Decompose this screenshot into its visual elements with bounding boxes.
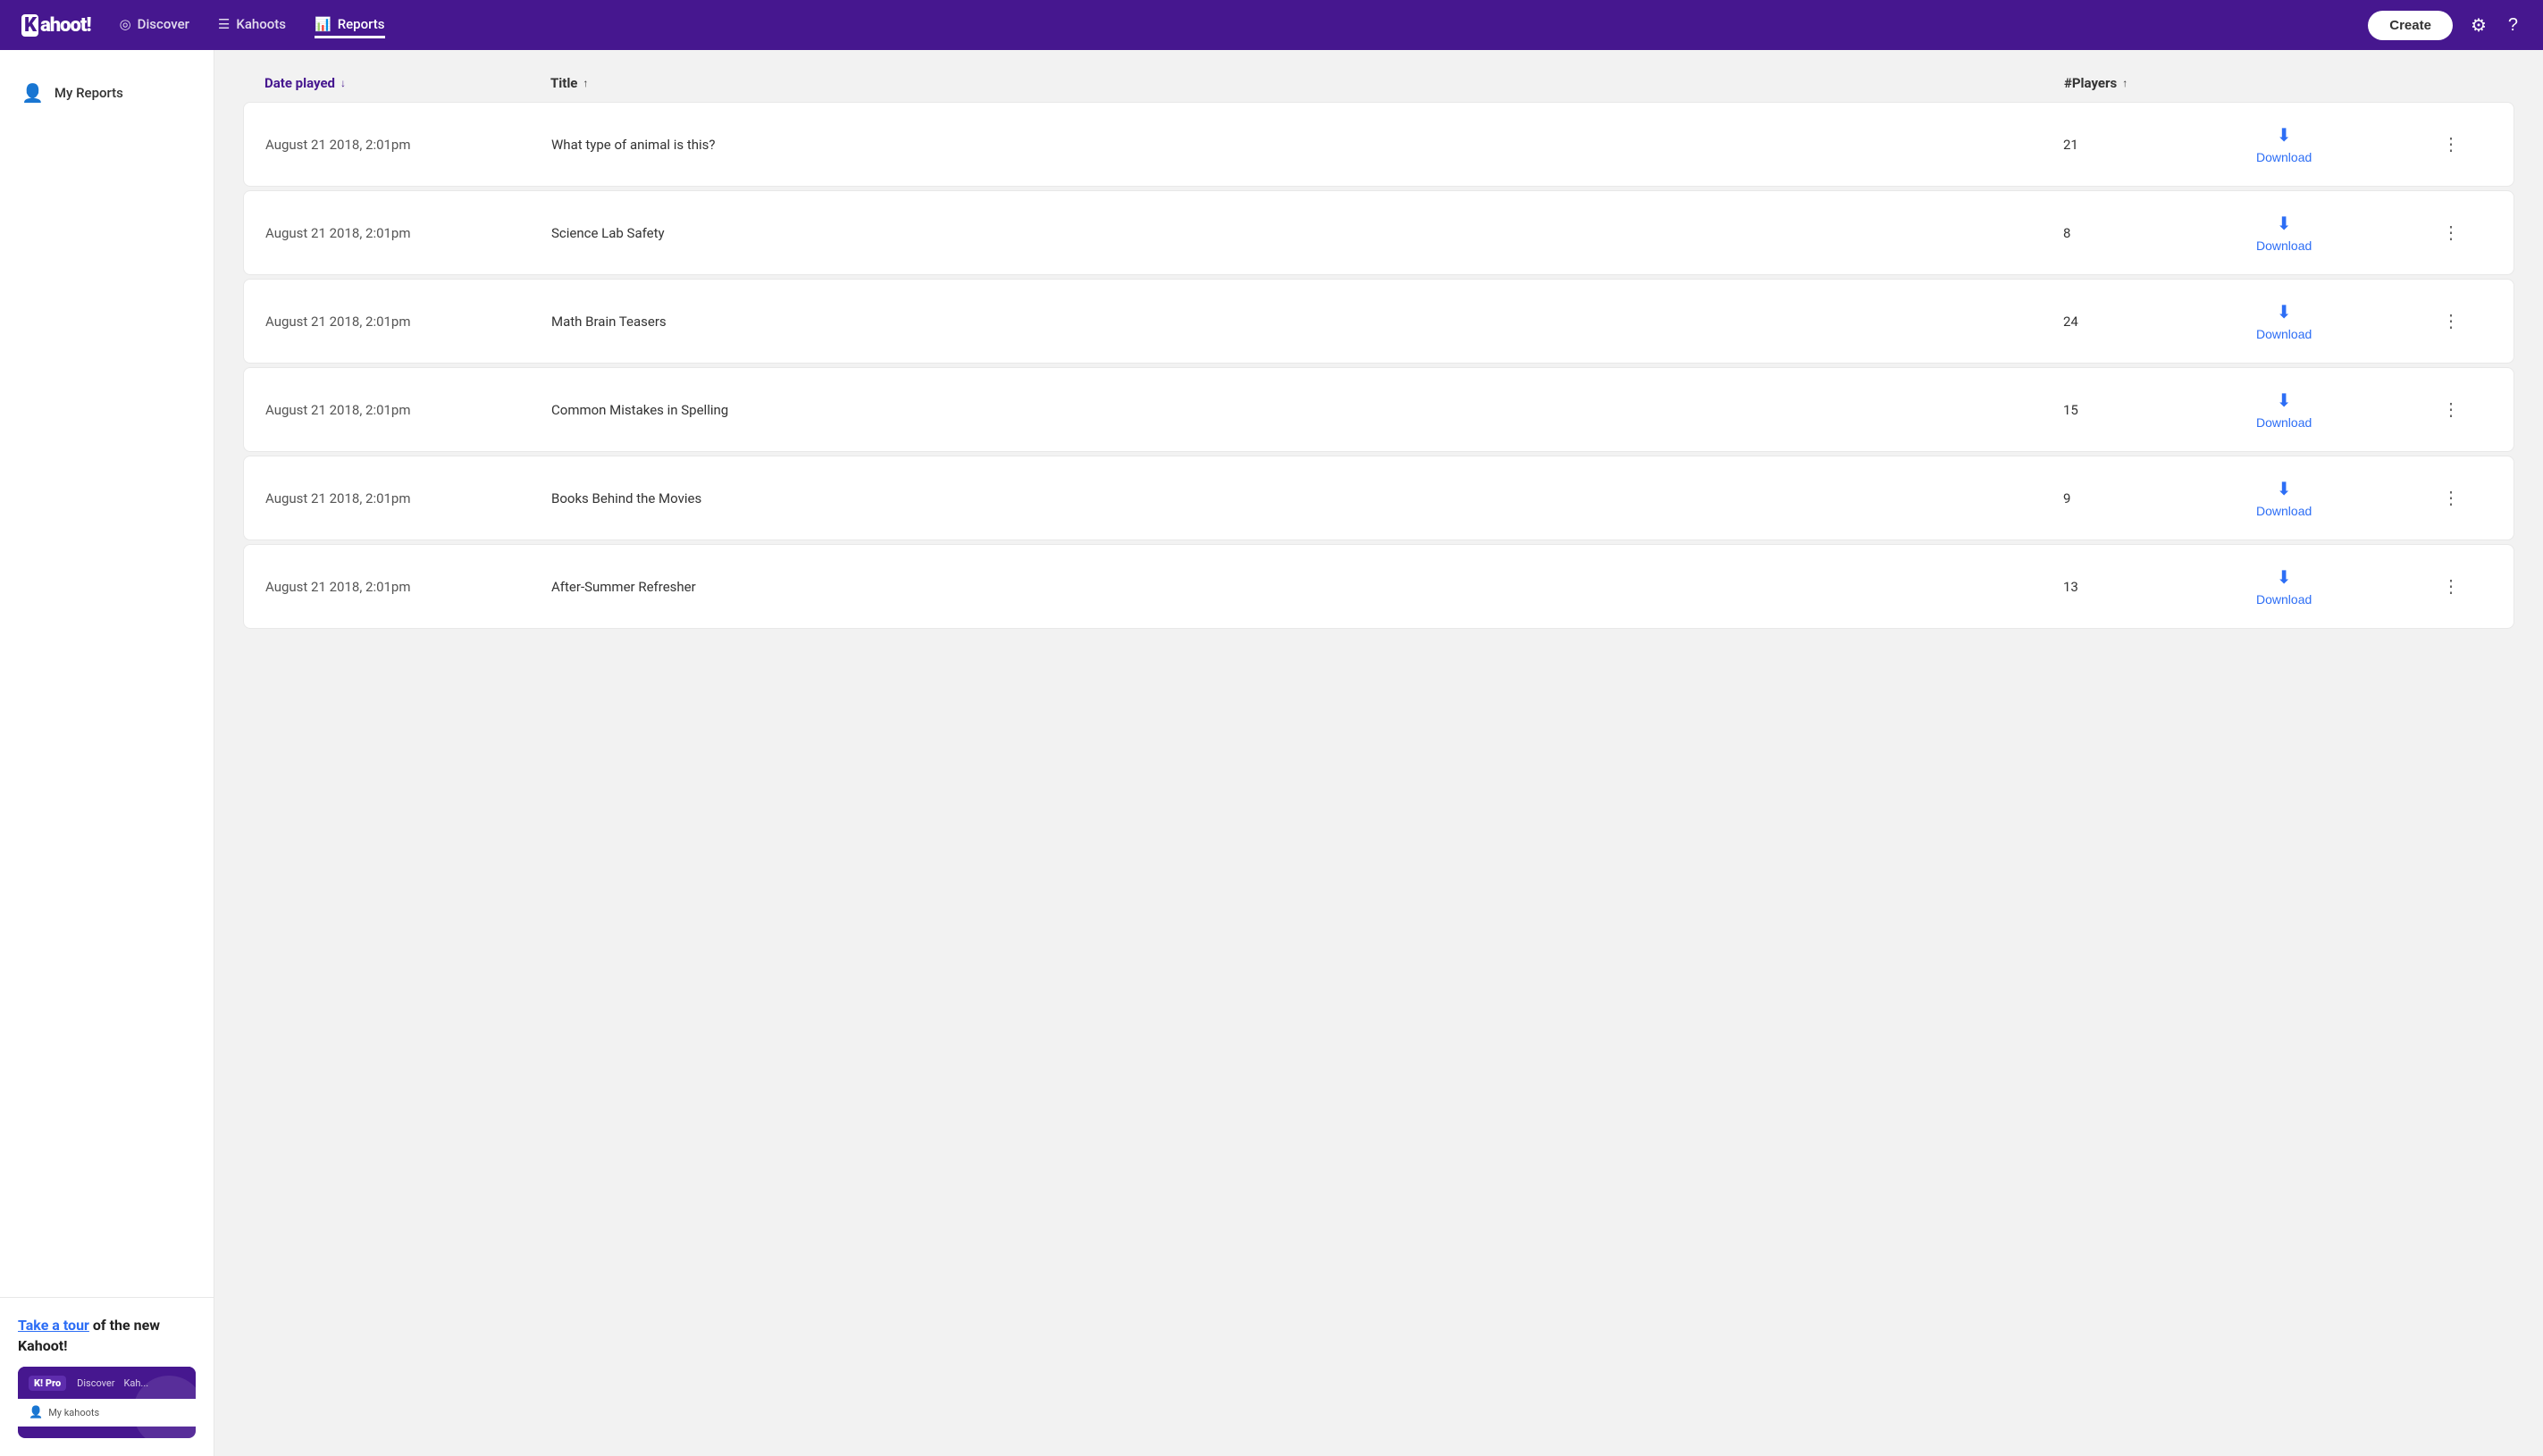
- brand-logo[interactable]: Kahoot!: [21, 14, 91, 37]
- download-icon-2: ⬇: [2277, 301, 2292, 323]
- cell-more-5: ⋮: [2438, 557, 2492, 615]
- discover-icon: ◎: [120, 16, 131, 32]
- table-header: Date played ↓ Title ↑ #Players ↑: [243, 68, 2514, 98]
- more-menu-button-5[interactable]: ⋮: [2438, 572, 2463, 601]
- promo-nav-discover: Discover: [77, 1377, 114, 1389]
- table-row: August 21 2018, 2:01pm After-Summer Refr…: [243, 544, 2514, 629]
- help-button[interactable]: ?: [2505, 12, 2522, 39]
- cell-more-3: ⋮: [2438, 381, 2492, 439]
- table-row: August 21 2018, 2:01pm Common Mistakes i…: [243, 367, 2514, 452]
- cell-title-4: Books Behind the Movies: [551, 476, 2063, 521]
- promo-person-icon: 👤: [29, 1406, 43, 1419]
- cell-download-2: ⬇ Download: [2242, 280, 2438, 363]
- cell-players-4: 9: [2063, 476, 2242, 521]
- table-row: August 21 2018, 2:01pm Math Brain Teaser…: [243, 279, 2514, 364]
- table-row: August 21 2018, 2:01pm Books Behind the …: [243, 456, 2514, 540]
- brand-k: K: [21, 14, 38, 37]
- cell-players-5: 13: [2063, 565, 2242, 609]
- promo-content-label: My kahoots: [48, 1407, 99, 1418]
- cell-date-3: August 21 2018, 2:01pm: [265, 388, 551, 432]
- cell-title-5: After-Summer Refresher: [551, 565, 2063, 609]
- header-more-empty: [2439, 75, 2493, 91]
- sort-arrow-title: ↑: [583, 77, 588, 89]
- promo-title: Take a tour of the new Kahoot!: [18, 1316, 196, 1356]
- cell-download-1: ⬇ Download: [2242, 191, 2438, 274]
- cell-date-0: August 21 2018, 2:01pm: [265, 122, 551, 167]
- download-button-3[interactable]: ⬇ Download: [2242, 382, 2326, 437]
- main-layout: 👤 My Reports Take a tour of the new Kaho…: [0, 50, 2543, 1456]
- cell-players-3: 15: [2063, 388, 2242, 432]
- cell-title-1: Science Lab Safety: [551, 211, 2063, 255]
- download-icon-4: ⬇: [2277, 478, 2292, 500]
- cell-date-5: August 21 2018, 2:01pm: [265, 565, 551, 609]
- download-button-4[interactable]: ⬇ Download: [2242, 471, 2326, 525]
- nav-reports[interactable]: 📊 Reports: [315, 13, 385, 38]
- header-players[interactable]: #Players ↑: [2064, 75, 2243, 91]
- cell-title-2: Math Brain Teasers: [551, 299, 2063, 344]
- promo-card: Take a tour of the new Kahoot! K! Pro Di…: [0, 1297, 214, 1456]
- navbar-right: Create ⚙ ?: [2368, 11, 2522, 40]
- create-button[interactable]: Create: [2368, 11, 2453, 40]
- cell-download-3: ⬇ Download: [2242, 368, 2438, 451]
- download-button-0[interactable]: ⬇ Download: [2242, 117, 2326, 172]
- download-icon-0: ⬇: [2277, 124, 2292, 146]
- promo-tour-link[interactable]: Take a tour: [18, 1317, 89, 1334]
- kahoots-icon: ☰: [218, 16, 230, 32]
- cell-date-1: August 21 2018, 2:01pm: [265, 211, 551, 255]
- cell-more-1: ⋮: [2438, 204, 2492, 262]
- download-button-5[interactable]: ⬇ Download: [2242, 559, 2326, 614]
- header-download-empty: [2243, 75, 2439, 91]
- download-icon-1: ⬇: [2277, 213, 2292, 235]
- download-label-5: Download: [2256, 592, 2312, 607]
- nav-discover[interactable]: ◎ Discover: [120, 13, 189, 38]
- cell-download-0: ⬇ Download: [2242, 103, 2438, 186]
- header-title[interactable]: Title ↑: [550, 75, 2064, 91]
- sidebar: 👤 My Reports Take a tour of the new Kaho…: [0, 50, 214, 1456]
- table-row: August 21 2018, 2:01pm Science Lab Safet…: [243, 190, 2514, 275]
- table-container: Date played ↓ Title ↑ #Players ↑ August …: [214, 50, 2543, 650]
- nav-kahoots[interactable]: ☰ Kahoots: [218, 13, 286, 38]
- sort-arrow-players: ↑: [2122, 77, 2128, 89]
- main-content: Date played ↓ Title ↑ #Players ↑ August …: [214, 50, 2543, 1456]
- cell-players-2: 24: [2063, 299, 2242, 344]
- reports-icon: 📊: [315, 16, 332, 32]
- download-label-4: Download: [2256, 504, 2312, 518]
- download-icon-5: ⬇: [2277, 566, 2292, 589]
- more-menu-button-1[interactable]: ⋮: [2438, 218, 2463, 247]
- header-date-played[interactable]: Date played ↓: [264, 75, 550, 91]
- cell-players-1: 8: [2063, 211, 2242, 255]
- cell-date-4: August 21 2018, 2:01pm: [265, 476, 551, 521]
- table-row: August 21 2018, 2:01pm What type of anim…: [243, 102, 2514, 187]
- person-icon: 👤: [21, 82, 44, 104]
- download-label-0: Download: [2256, 150, 2312, 164]
- settings-button[interactable]: ⚙: [2467, 11, 2490, 40]
- promo-nav: Discover Kah...: [77, 1377, 148, 1389]
- download-label-1: Download: [2256, 238, 2312, 253]
- more-menu-button-3[interactable]: ⋮: [2438, 395, 2463, 424]
- cell-more-4: ⋮: [2438, 469, 2492, 527]
- cell-more-0: ⋮: [2438, 115, 2492, 173]
- promo-preview: K! Pro Discover Kah... 👤 My kahoots: [18, 1367, 196, 1438]
- download-label-2: Download: [2256, 327, 2312, 341]
- more-menu-button-0[interactable]: ⋮: [2438, 130, 2463, 159]
- cell-title-3: Common Mistakes in Spelling: [551, 388, 2063, 432]
- download-icon-3: ⬇: [2277, 389, 2292, 412]
- navbar: Kahoot! ◎ Discover ☰ Kahoots 📊 Reports C…: [0, 0, 2543, 50]
- more-menu-button-4[interactable]: ⋮: [2438, 483, 2463, 513]
- cell-more-2: ⋮: [2438, 292, 2492, 350]
- cell-title-0: What type of animal is this?: [551, 122, 2063, 167]
- download-button-2[interactable]: ⬇ Download: [2242, 294, 2326, 348]
- download-label-3: Download: [2256, 415, 2312, 430]
- cell-date-2: August 21 2018, 2:01pm: [265, 299, 551, 344]
- cell-download-5: ⬇ Download: [2242, 545, 2438, 628]
- cell-download-4: ⬇ Download: [2242, 456, 2438, 540]
- table-body: August 21 2018, 2:01pm What type of anim…: [243, 102, 2514, 629]
- sidebar-my-reports[interactable]: 👤 My Reports: [0, 71, 214, 114]
- sort-arrow-date: ↓: [340, 77, 346, 89]
- cell-players-0: 21: [2063, 122, 2242, 167]
- more-menu-button-2[interactable]: ⋮: [2438, 306, 2463, 336]
- download-button-1[interactable]: ⬇ Download: [2242, 205, 2326, 260]
- my-reports-label: My Reports: [55, 85, 123, 101]
- promo-logo: K! Pro: [29, 1376, 66, 1391]
